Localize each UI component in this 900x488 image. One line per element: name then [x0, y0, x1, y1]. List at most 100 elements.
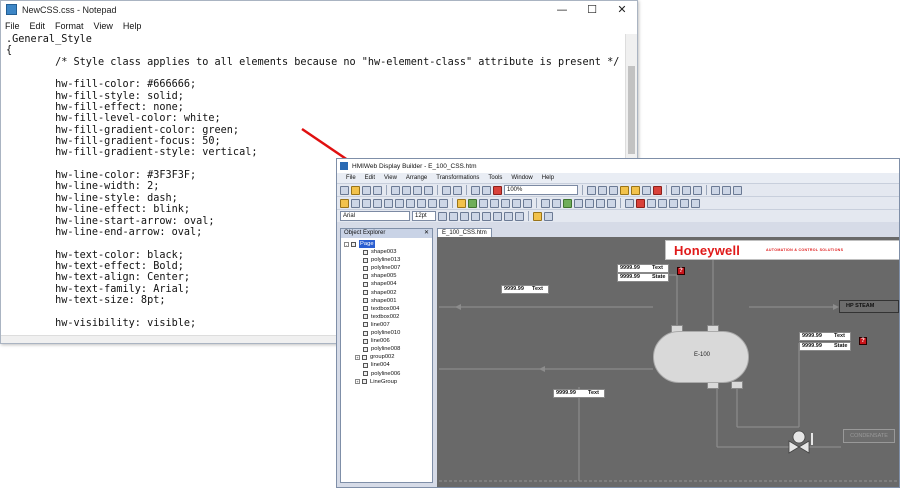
button-icon[interactable] — [585, 198, 594, 208]
fill-color-icon[interactable] — [671, 185, 680, 195]
rounded-rect-tool-icon[interactable] — [362, 198, 371, 208]
data-icon[interactable] — [647, 198, 656, 208]
valign-icon[interactable] — [515, 211, 524, 221]
combobox-icon[interactable] — [607, 198, 616, 208]
menu-arrange[interactable]: Arrange — [406, 175, 427, 181]
arc-tool-icon[interactable] — [406, 198, 415, 208]
text-tool-icon[interactable] — [428, 198, 437, 208]
scrollbar-thumb[interactable] — [628, 66, 635, 154]
value-textbox[interactable]: 9999.99 Text — [553, 389, 605, 398]
ellipse-tool-icon[interactable] — [373, 198, 382, 208]
curve-tool-icon[interactable] — [417, 198, 426, 208]
hp-steam-label[interactable]: HP STEAM — [839, 300, 899, 313]
value-textbox[interactable]: 9999.99 Text — [799, 332, 851, 341]
print-icon[interactable] — [373, 185, 382, 195]
tree-item-shape001[interactable]: shape001 — [341, 297, 432, 305]
shape-curve-icon[interactable] — [512, 198, 521, 208]
menu-tools[interactable]: Tools — [488, 175, 502, 181]
tree-item-polyline013[interactable]: polyline013 — [341, 256, 432, 264]
tree-item-group002[interactable]: + group002 — [341, 353, 432, 361]
font-name-select[interactable]: Arial — [340, 211, 410, 221]
tree-item-line004[interactable]: line004 — [341, 361, 432, 369]
tools-icon[interactable] — [653, 185, 662, 195]
new-icon[interactable] — [340, 185, 349, 195]
alarm-icon[interactable] — [574, 198, 583, 208]
tree-item-textbox002[interactable]: textbox002 — [341, 313, 432, 321]
tree-item-line007[interactable]: line007 — [341, 321, 432, 329]
tree-item-line006[interactable]: line006 — [341, 337, 432, 345]
shape-oval-icon[interactable] — [479, 198, 488, 208]
menu-view[interactable]: View — [384, 175, 397, 181]
tree-item-polyline006[interactable]: polyline006 — [341, 370, 432, 378]
open-folder-icon[interactable] — [533, 211, 542, 221]
align-left-icon[interactable] — [587, 185, 596, 195]
close-button[interactable]: ✕ — [607, 1, 637, 18]
line-tool-icon[interactable] — [384, 198, 393, 208]
menu-help[interactable]: Help — [542, 175, 554, 181]
state-textbox[interactable]: 9999.99 State — [799, 342, 851, 351]
alert-icon[interactable] — [493, 185, 502, 195]
delete-icon[interactable] — [424, 185, 433, 195]
image-tool-icon[interactable] — [439, 198, 448, 208]
group-icon[interactable] — [620, 185, 629, 195]
undo-icon[interactable] — [442, 185, 451, 195]
tree-item-shape004[interactable]: shape004 — [341, 280, 432, 288]
open-icon[interactable] — [351, 185, 360, 195]
find-icon[interactable] — [482, 185, 491, 195]
tab-e100-css[interactable]: E_100_CSS.htm — [437, 228, 492, 237]
select-tool-icon[interactable] — [340, 198, 349, 208]
align-center-icon[interactable] — [598, 185, 607, 195]
tree-item-shape005[interactable]: shape005 — [341, 272, 432, 280]
shape-rect-icon[interactable] — [457, 198, 466, 208]
menu-file[interactable]: File — [346, 175, 356, 181]
menu-view[interactable]: View — [94, 21, 113, 31]
ungroup-icon[interactable] — [631, 185, 640, 195]
builder-titlebar[interactable]: HMIWeb Display Builder - E_100_CSS.htm — [337, 159, 899, 173]
link-icon[interactable] — [658, 198, 667, 208]
align-text-center-icon[interactable] — [482, 211, 491, 221]
tree-item-shape003[interactable]: shape003 — [341, 248, 432, 256]
arrow-style-icon[interactable] — [733, 185, 742, 195]
tree-item-polyline010[interactable]: polyline010 — [341, 329, 432, 337]
justify-icon[interactable] — [504, 211, 513, 221]
design-canvas[interactable]: Honeywell AUTOMATION & CONTROL SOLUTIONS… — [437, 237, 899, 487]
shape-rounded-icon[interactable] — [468, 198, 477, 208]
state-textbox[interactable]: 9999.99 State — [617, 273, 669, 282]
underline-icon[interactable] — [460, 211, 469, 221]
align-right-icon[interactable] — [609, 185, 618, 195]
print-preview-icon[interactable] — [471, 185, 480, 195]
bring-front-icon[interactable] — [642, 185, 651, 195]
notepad-titlebar[interactable]: NewCSS.css - Notepad — ☐ ✕ — [1, 1, 637, 18]
trend-icon[interactable] — [563, 198, 572, 208]
cut-icon[interactable] — [391, 185, 400, 195]
text-color-icon[interactable] — [693, 185, 702, 195]
menu-edit[interactable]: Edit — [30, 21, 46, 31]
table-icon[interactable] — [541, 198, 550, 208]
properties-icon[interactable] — [636, 198, 645, 208]
copy-icon[interactable] — [402, 185, 411, 195]
maximize-button[interactable]: ☐ — [577, 1, 607, 18]
shape-arrow-icon[interactable] — [501, 198, 510, 208]
expand-icon[interactable]: + — [355, 354, 360, 360]
checkbox-icon[interactable] — [596, 198, 605, 208]
script-icon[interactable] — [625, 198, 634, 208]
redo-icon[interactable] — [453, 185, 462, 195]
alarm-indicator[interactable]: ? — [677, 267, 685, 275]
tree-item-polyline007[interactable]: polyline007 — [341, 264, 432, 272]
save-disk-icon[interactable] — [544, 211, 553, 221]
menu-format[interactable]: Format — [55, 21, 84, 31]
menu-file[interactable]: File — [5, 21, 20, 31]
grid-icon[interactable] — [680, 198, 689, 208]
shape-diamond-icon[interactable] — [490, 198, 499, 208]
tree-item-polyline008[interactable]: polyline008 — [341, 345, 432, 353]
tree-item-page[interactable]: - Page — [341, 240, 432, 249]
polyline-tool-icon[interactable] — [395, 198, 404, 208]
collapse-icon[interactable]: - — [344, 241, 349, 247]
snap-icon[interactable] — [691, 198, 700, 208]
font-size-select[interactable]: 12pt — [412, 211, 436, 221]
menu-help[interactable]: Help — [123, 21, 142, 31]
value-textbox[interactable]: 9999.99 Text — [501, 285, 549, 294]
line-style-icon[interactable] — [711, 185, 720, 195]
menu-window[interactable]: Window — [511, 175, 532, 181]
chart-icon[interactable] — [552, 198, 561, 208]
